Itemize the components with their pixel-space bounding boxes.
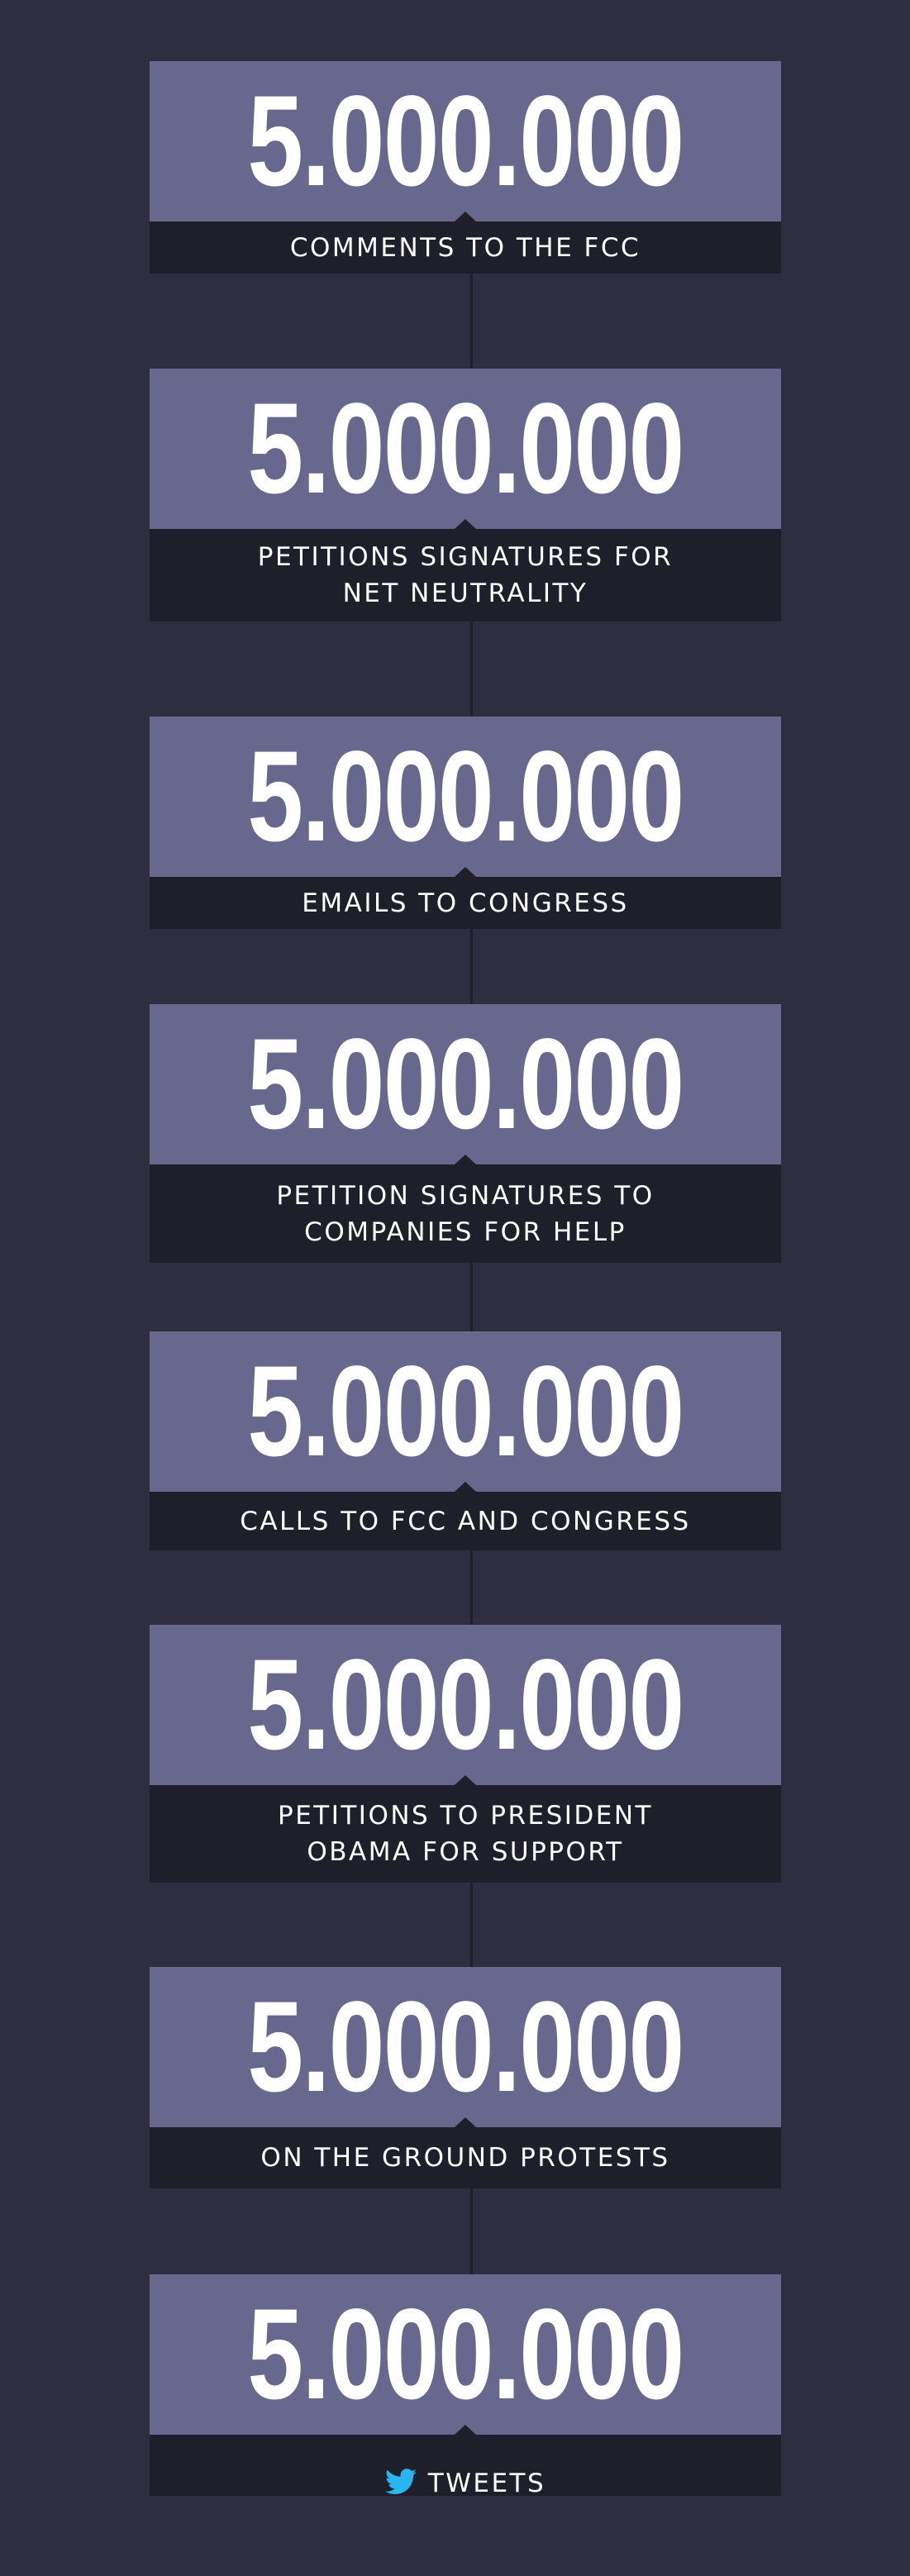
stat-label-box: COMMENTS TO THE FCC xyxy=(150,212,781,274)
stat-card: 5.000.000 EMAILS TO CONGRESS xyxy=(150,717,781,929)
stat-number-box: 5.000.000 xyxy=(150,1331,781,1492)
stat-card: 5.000.000 CALLS TO FCC AND CONGRESS xyxy=(150,1331,781,1550)
stat-number-box: 5.000.000 xyxy=(150,717,781,877)
stat-label-box: PETITIONS SIGNATURES FOR NET NEUTRALITY xyxy=(150,519,781,621)
stat-label: TWEETS xyxy=(427,2469,546,2498)
stat-label-box: CALLS TO FCC AND CONGRESS xyxy=(150,1482,781,1550)
stat-card: 5.000.000 PETITIONS SIGNATURES FOR NET N… xyxy=(150,369,781,621)
stat-label: PETITIONS SIGNATURES FOR NET NEUTRALITY xyxy=(257,542,674,608)
stat-label-box: TWEETS xyxy=(150,2425,781,2498)
stat-label-box: EMAILS TO CONGRESS xyxy=(150,867,781,929)
connector-line xyxy=(470,1550,473,1625)
twitter-bird-icon xyxy=(384,2469,417,2495)
stat-card: 5.000.000 PETITION SIGNATURES TO COMPANI… xyxy=(150,1004,781,1263)
stat-number: 5.000.000 xyxy=(247,377,684,521)
stat-label: COMMENTS TO THE FCC xyxy=(289,232,641,263)
stat-number: 5.000.000 xyxy=(247,1633,684,1777)
stat-number-box: 5.000.000 xyxy=(150,369,781,529)
stat-label: EMAILS TO CONGRESS xyxy=(302,888,629,918)
stat-label-box: ON THE GROUND PROTESTS xyxy=(150,2117,781,2188)
connector-line xyxy=(470,621,473,717)
stat-number-box: 5.000.000 xyxy=(150,1004,781,1164)
stat-label: PETITION SIGNATURES TO COMPANIES FOR HEL… xyxy=(276,1180,655,1247)
connector-line xyxy=(470,1263,473,1331)
stat-label: PETITIONS TO PRESIDENT OBAMA FOR SUPPORT xyxy=(278,1801,653,1867)
stat-label-box: PETITION SIGNATURES TO COMPANIES FOR HEL… xyxy=(150,1155,781,1263)
stat-label-box: PETITIONS TO PRESIDENT OBAMA FOR SUPPORT xyxy=(150,1775,781,1883)
stat-label-with-icon: TWEETS xyxy=(384,2429,546,2502)
stat-number-box: 5.000.000 xyxy=(150,2274,781,2435)
stat-card: 5.000.000 PETITIONS TO PRESIDENT OBAMA F… xyxy=(150,1625,781,1883)
stat-label: CALLS TO FCC AND CONGRESS xyxy=(240,1506,691,1536)
connector-line xyxy=(470,1883,473,1967)
infographic-page: { "accent": "#68678d", "background": "#2… xyxy=(0,0,910,2576)
stat-number: 5.000.000 xyxy=(247,1975,684,2119)
stat-label: ON THE GROUND PROTESTS xyxy=(260,2143,670,2173)
stat-number-box: 5.000.000 xyxy=(150,1967,781,2127)
stat-number: 5.000.000 xyxy=(247,1012,684,1156)
stat-number: 5.000.000 xyxy=(247,69,684,213)
stat-number-box: 5.000.000 xyxy=(150,1625,781,1785)
stat-number: 5.000.000 xyxy=(247,725,684,869)
stat-card: 5.000.000 ON THE GROUND PROTESTS xyxy=(150,1967,781,2188)
stat-number: 5.000.000 xyxy=(247,2283,684,2426)
stat-number-box: 5.000.000 xyxy=(150,61,781,221)
stat-card: 5.000.000 COMMENTS TO THE FCC xyxy=(150,61,781,274)
stat-card: 5.000.000 TWEETS xyxy=(150,2274,781,2498)
connector-line xyxy=(470,274,473,369)
connector-line xyxy=(470,2188,473,2274)
connector-line xyxy=(470,929,473,1004)
stat-number: 5.000.000 xyxy=(247,1340,684,1483)
